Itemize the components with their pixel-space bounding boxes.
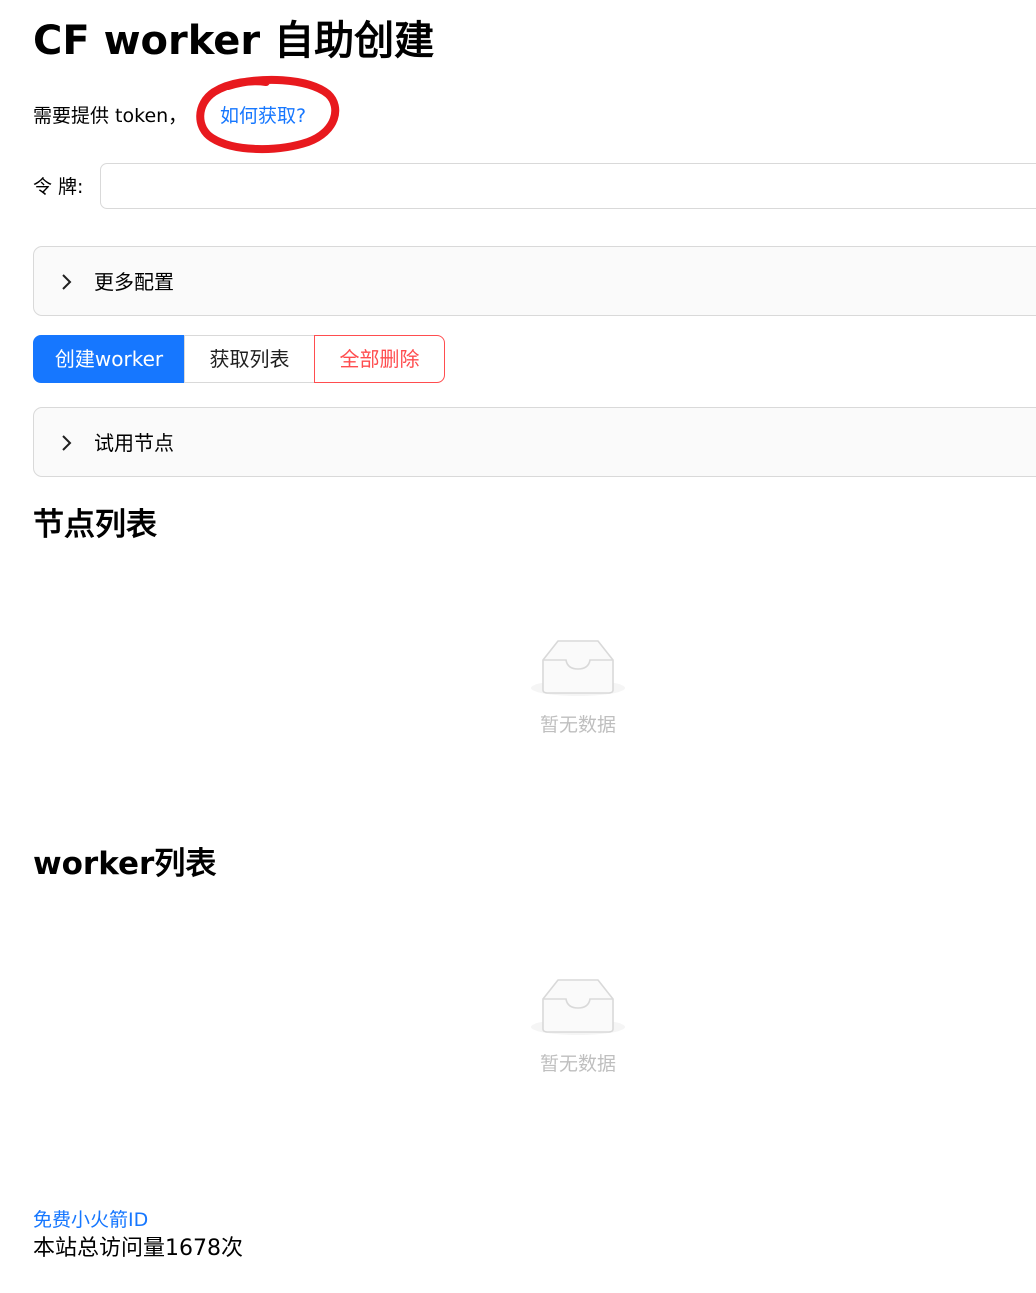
empty-inbox-icon: [531, 979, 625, 1035]
trial-nodes-label: 试用节点: [94, 431, 174, 455]
node-list-empty-text: 暂无数据: [539, 714, 616, 736]
trial-nodes-panel[interactable]: 试用节点: [33, 407, 1036, 477]
node-list-title: 节点列表: [33, 507, 157, 543]
worker-list-empty-state: 暂无数据: [516, 975, 640, 1077]
empty-inbox-icon: [531, 640, 625, 696]
page: CF worker 自助创建 需要提供 token， 如何获取? 令 牌: 更多…: [0, 0, 1036, 1293]
chevron-right-icon: [58, 432, 76, 454]
worker-list-title: worker列表: [33, 846, 217, 882]
free-shadowrocket-id-link[interactable]: 免费小火箭ID: [33, 1206, 148, 1234]
token-label: 令 牌:: [33, 176, 84, 198]
fetch-list-button[interactable]: 获取列表: [184, 335, 315, 383]
more-config-label: 更多配置: [94, 270, 174, 294]
page-title: CF worker 自助创建: [33, 18, 435, 64]
token-input[interactable]: [100, 163, 1036, 209]
more-config-panel[interactable]: 更多配置: [33, 246, 1036, 316]
delete-all-button[interactable]: 全部删除: [314, 335, 445, 383]
token-intro-text: 需要提供 token，: [33, 105, 188, 127]
create-worker-button[interactable]: 创建worker: [33, 335, 185, 383]
chevron-right-icon: [58, 271, 76, 293]
node-list-empty-state: 暂无数据: [516, 636, 640, 738]
visit-counter: 本站总访问量1678次: [33, 1236, 243, 1261]
how-to-get-token-link[interactable]: 如何获取?: [220, 102, 306, 130]
worker-list-empty-text: 暂无数据: [539, 1053, 616, 1075]
